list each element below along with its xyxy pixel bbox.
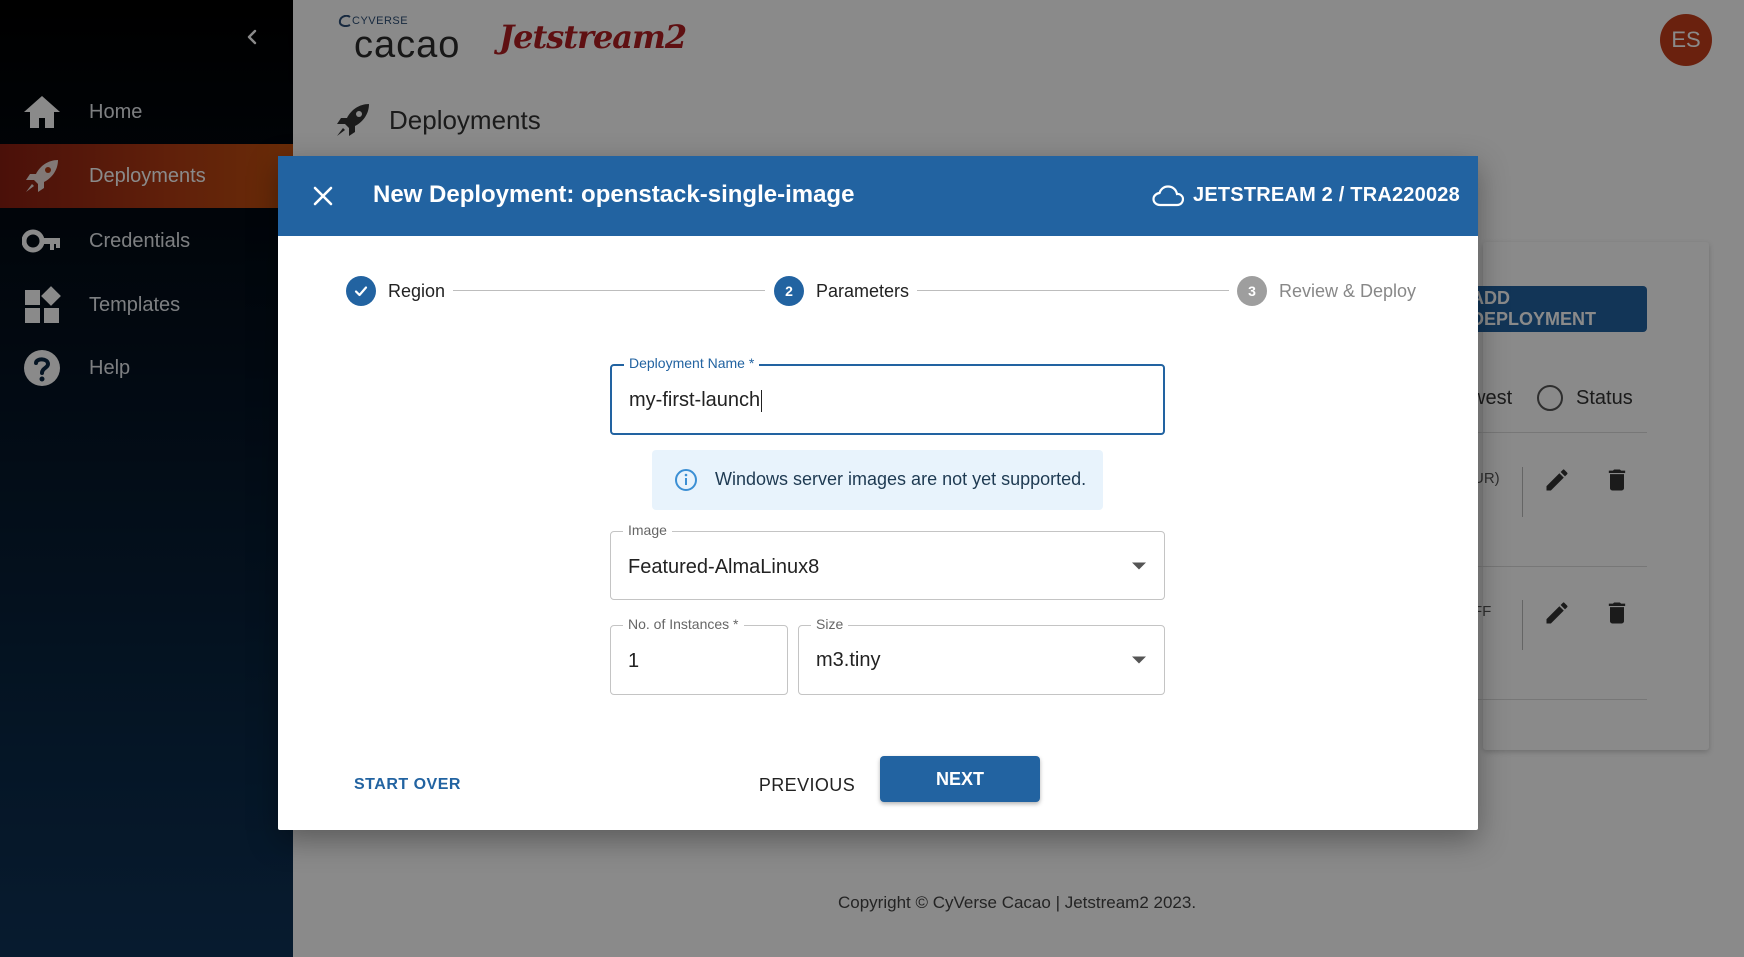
previous-button[interactable]: PREVIOUS	[742, 766, 872, 804]
field-value-wrap: my-first-launch	[629, 389, 763, 412]
field-label: Deployment Name *	[624, 355, 760, 371]
next-button[interactable]: NEXT	[880, 756, 1040, 802]
cloud-icon	[1152, 183, 1185, 209]
new-deployment-dialog: New Deployment: openstack-single-image J…	[278, 156, 1478, 830]
step-connector	[917, 290, 1229, 291]
instances-field[interactable]: No. of Instances * 1	[610, 616, 788, 695]
dropdown-arrow-icon	[1132, 656, 1146, 664]
step-connector	[453, 290, 765, 291]
deployment-name-value: my-first-launch	[629, 389, 761, 411]
step-complete-check-icon	[346, 276, 376, 306]
step-region: Region	[346, 276, 445, 306]
image-value: Featured-AlmaLinux8	[628, 556, 820, 578]
step-number: 3	[1237, 276, 1267, 306]
dropdown-arrow-icon	[1132, 562, 1146, 569]
size-value: m3.tiny	[816, 649, 881, 671]
dialog-title: New Deployment: openstack-single-image	[373, 181, 855, 208]
image-select[interactable]: Image Featured-AlmaLinux8	[610, 522, 1165, 600]
start-over-button[interactable]: START OVER	[354, 776, 461, 794]
field-label: Size	[811, 616, 849, 632]
dialog-header: New Deployment: openstack-single-image J…	[278, 156, 1478, 236]
field-label: No. of Instances *	[623, 616, 744, 632]
cloud-project-label: JETSTREAM 2 / TRA220028	[1193, 184, 1460, 206]
size-select[interactable]: Size m3.tiny	[798, 616, 1165, 695]
info-message: Windows server images are not yet suppor…	[715, 469, 1087, 489]
step-label: Review & Deploy	[1279, 280, 1417, 301]
deployment-name-field[interactable]: Deployment Name * my-first-launch	[610, 355, 1165, 435]
instances-value: 1	[628, 650, 640, 672]
field-label: Image	[623, 522, 672, 538]
step-review-deploy: 3 Review & Deploy	[1237, 276, 1416, 306]
step-label: Parameters	[816, 280, 910, 301]
info-alert: Windows server images are not yet suppor…	[652, 450, 1103, 510]
step-number: 2	[774, 276, 804, 306]
close-icon[interactable]	[310, 183, 336, 209]
info-icon	[674, 468, 698, 492]
text-cursor	[761, 389, 763, 412]
step-label: Region	[388, 280, 446, 301]
step-parameters: 2 Parameters	[774, 276, 909, 306]
